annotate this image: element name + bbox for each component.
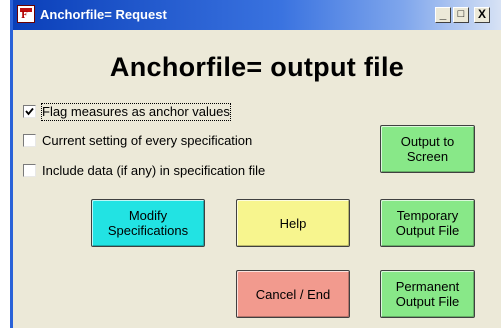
page-heading: Anchorfile= output file	[109, 52, 405, 82]
anchorfile-request-window: F Anchorfile= Request _ □ X Anchorfile= …	[10, 0, 501, 328]
option-current-settings[interactable]: Current setting of every specification	[23, 133, 333, 151]
option-flag-anchor-values[interactable]: Flag measures as anchor values	[23, 103, 313, 122]
current-settings-checkbox[interactable]	[23, 134, 36, 147]
output-to-screen-button[interactable]: Output to Screen	[380, 125, 475, 173]
include-data-label: Include data (if any) in specification f…	[42, 163, 266, 178]
include-data-checkbox[interactable]	[23, 164, 36, 177]
output-to-screen-line2: Screen	[406, 149, 449, 164]
minimize-button[interactable]: _	[435, 7, 451, 23]
cancel-end-button-label: Cancel / End	[255, 286, 331, 302]
app-icon-letter: F	[21, 11, 28, 21]
app-icon[interactable]: F	[17, 5, 35, 23]
cancel-end-button[interactable]: Cancel / End	[236, 270, 350, 318]
window-title: Anchorfile= Request	[40, 7, 167, 22]
temporary-output-file-line1: Temporary	[396, 208, 459, 223]
help-button[interactable]: Help	[236, 199, 350, 247]
maximize-button[interactable]: □	[453, 7, 469, 23]
modify-specifications-line1: Modify	[128, 208, 168, 223]
help-button-label: Help	[279, 215, 307, 231]
close-button[interactable]: X	[474, 7, 490, 23]
current-settings-label: Current setting of every specification	[42, 133, 253, 148]
permanent-output-file-line1: Permanent	[395, 279, 460, 294]
flag-anchor-label: Flag measures as anchor values	[41, 103, 231, 121]
permanent-output-file-button[interactable]: Permanent Output File	[380, 270, 475, 318]
modify-specifications-button[interactable]: Modify Specifications	[91, 199, 205, 247]
temporary-output-file-line2: Output File	[395, 223, 460, 238]
modify-specifications-line2: Specifications	[107, 223, 189, 238]
checkmark-icon	[25, 107, 34, 116]
output-to-screen-line1: Output to	[400, 134, 455, 149]
flag-anchor-checkbox[interactable]	[23, 105, 36, 118]
option-include-data[interactable]: Include data (if any) in specification f…	[23, 163, 353, 181]
permanent-output-file-line2: Output File	[395, 294, 460, 309]
temporary-output-file-button[interactable]: Temporary Output File	[380, 199, 475, 247]
title-bar[interactable]: F Anchorfile= Request _ □ X	[13, 0, 501, 30]
